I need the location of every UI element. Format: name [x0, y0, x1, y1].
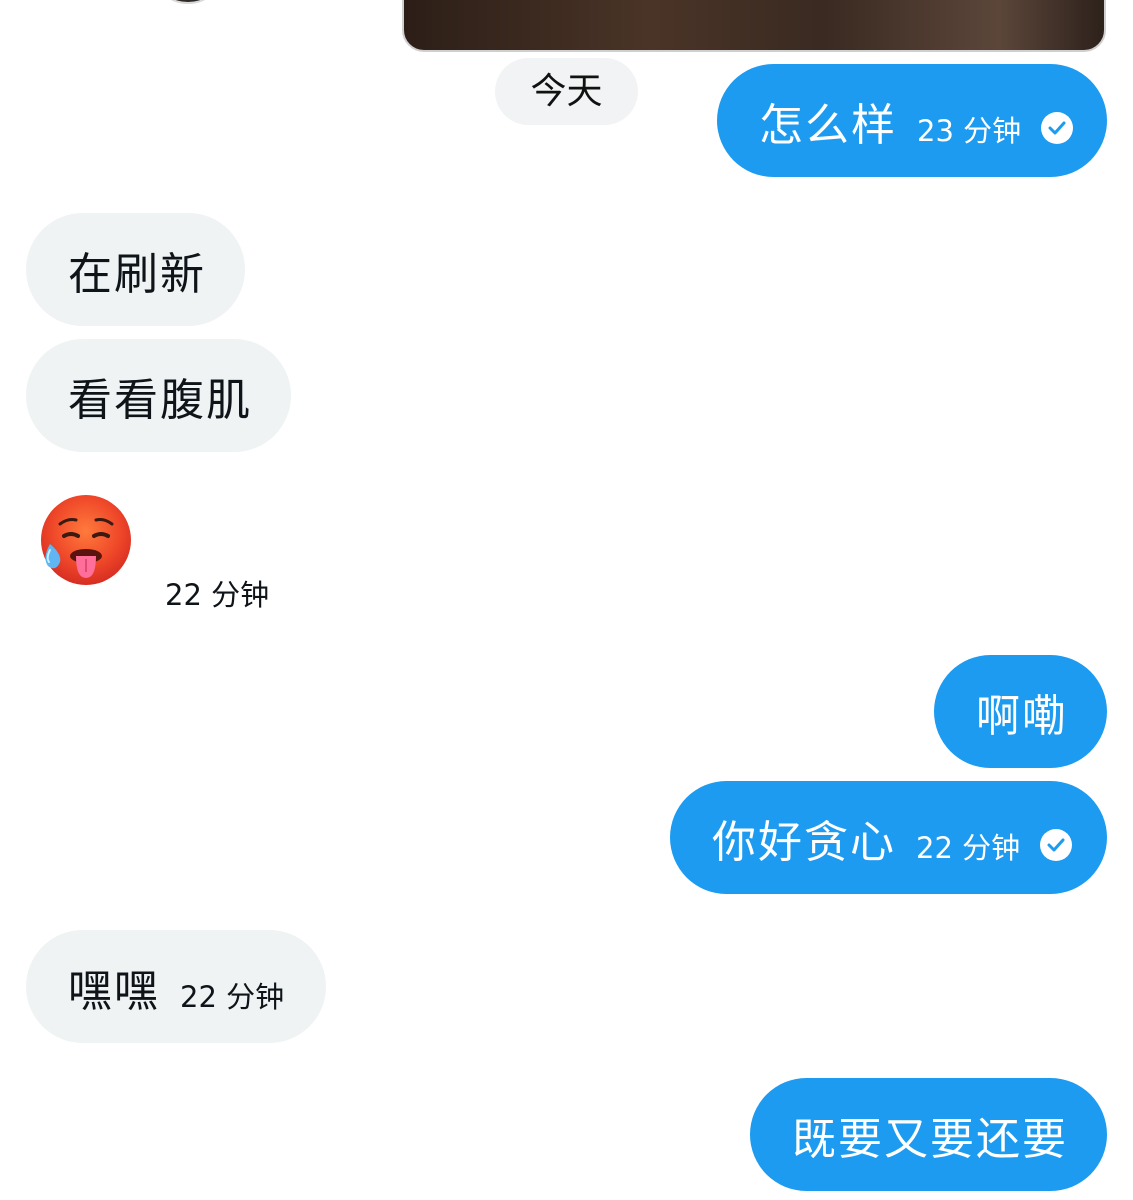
- media-attachment-preview[interactable]: [402, 0, 1106, 52]
- check-circle-icon: [1040, 828, 1073, 861]
- message-text: 怎么样: [759, 99, 897, 151]
- message-timestamp: 22 分钟: [916, 830, 1021, 865]
- message-bubble-incoming[interactable]: 看看腹肌: [26, 339, 291, 452]
- sender-avatar[interactable]: [158, 0, 218, 4]
- message-timestamp: 22 分钟: [165, 578, 270, 612]
- message-timestamp: 23 分钟: [917, 113, 1022, 148]
- message-text: 嘿嘿: [68, 965, 160, 1017]
- message-bubble-incoming[interactable]: 在刷新: [26, 213, 245, 326]
- message-text: 既要又要还要: [792, 1113, 1068, 1165]
- message-text: 你好贪心: [712, 816, 896, 868]
- message-bubble-incoming[interactable]: 嘿嘿 22 分钟: [26, 930, 326, 1043]
- message-text: 看看腹肌: [68, 374, 252, 426]
- message-timestamp: 22 分钟: [180, 979, 285, 1014]
- message-bubble-outgoing[interactable]: 既要又要还要: [750, 1078, 1107, 1191]
- check-circle-icon: [1041, 111, 1074, 144]
- message-text: 在刷新: [68, 248, 206, 300]
- chat-thread: 今天 怎么样 23 分钟 在刷新 看看腹肌 22 分钟 啊嘞 你好贪心 22 分…: [0, 0, 1133, 1200]
- day-separator: 今天: [495, 58, 638, 125]
- message-bubble-outgoing[interactable]: 啊嘞: [934, 655, 1107, 768]
- message-text: 啊嘞: [976, 690, 1068, 742]
- message-bubble-outgoing[interactable]: 怎么样 23 分钟: [717, 64, 1107, 177]
- hot-face-emoji[interactable]: [38, 492, 134, 588]
- message-bubble-outgoing[interactable]: 你好贪心 22 分钟: [670, 781, 1107, 894]
